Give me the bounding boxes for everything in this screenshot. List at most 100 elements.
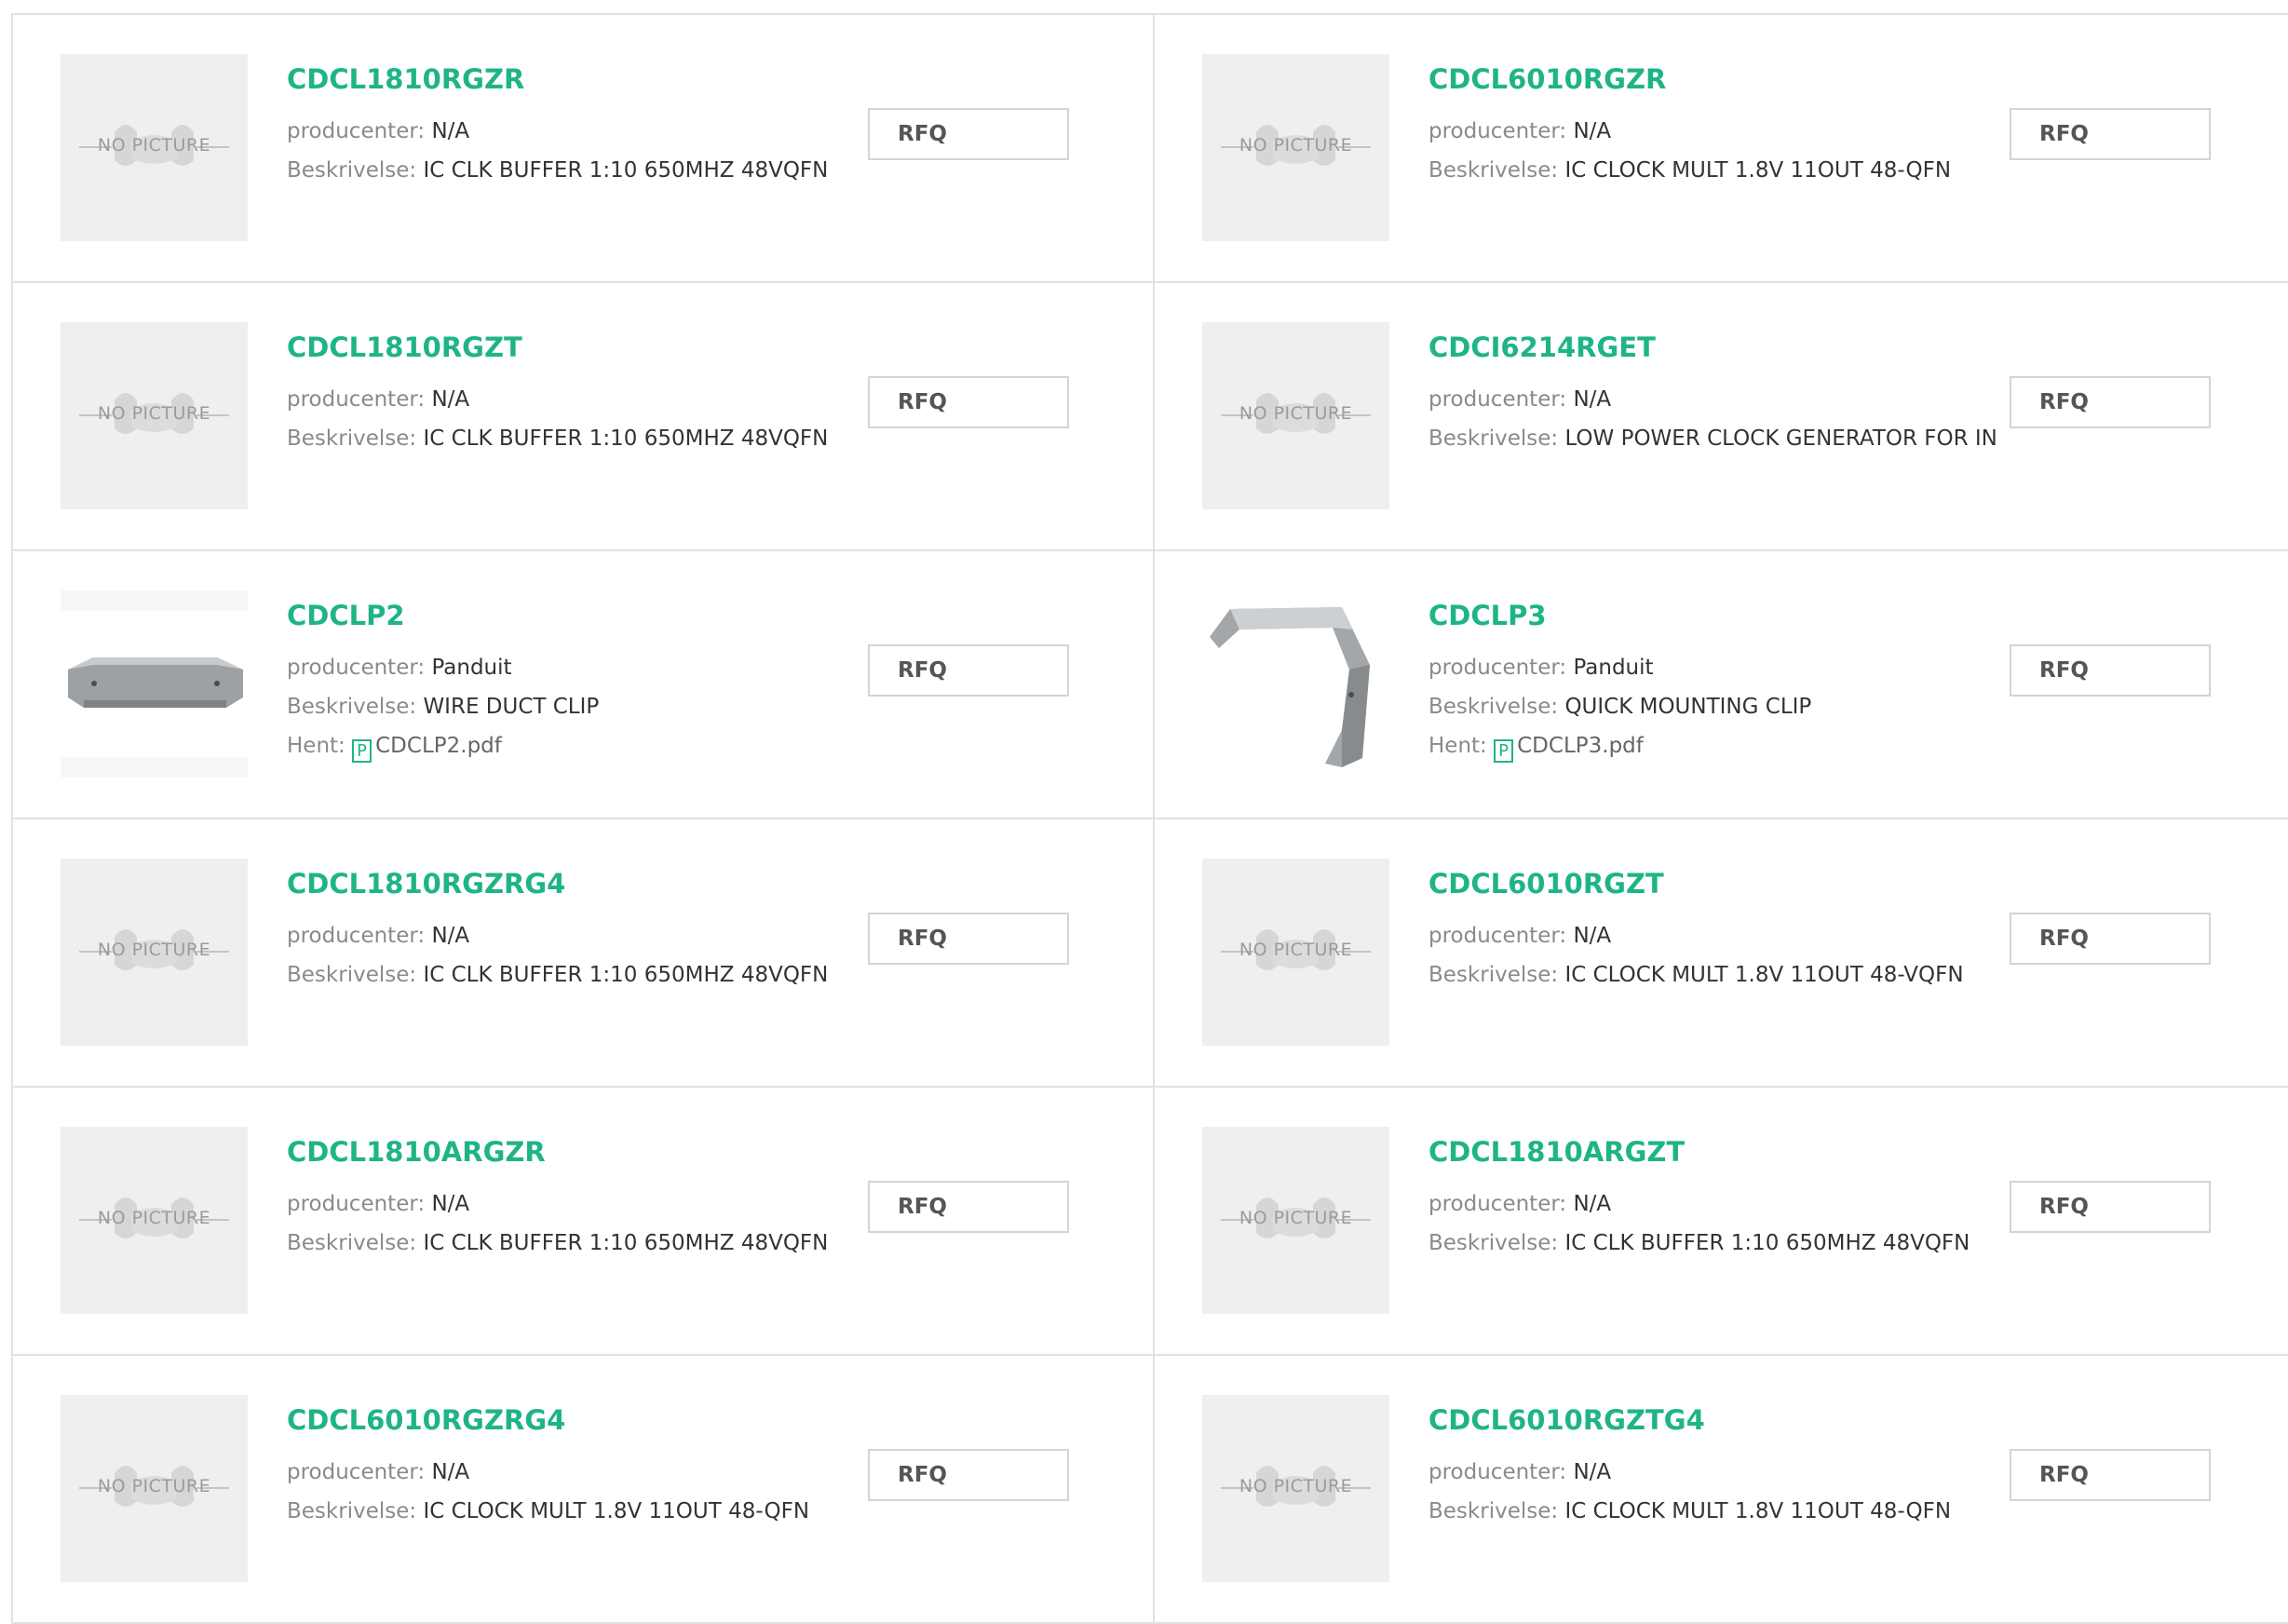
product-image-placeholder: NO PICTURE — [61, 322, 248, 509]
product-part-link[interactable]: CDCI6214RGET — [1428, 332, 1656, 363]
product-description: Beskrivelse: IC CLOCK MULT 1.8V 11OUT 48… — [1428, 963, 1964, 987]
producer-label: producenter: — [1428, 387, 1574, 412]
product-part-link[interactable]: CDCL6010RGZRG4 — [287, 1404, 565, 1436]
product-producer: producenter: N/A — [1428, 1460, 1611, 1484]
product-part-link[interactable]: CDCL6010RGZTG4 — [1428, 1404, 1705, 1436]
rfq-button[interactable]: RFQ — [2010, 1181, 2211, 1233]
no-picture-label: NO PICTURE — [97, 1476, 211, 1496]
description-value: IC CLOCK MULT 1.8V 11OUT 48-QFN — [423, 1499, 810, 1523]
pdf-icon: P — [1494, 739, 1514, 763]
description-value: IC CLOCK MULT 1.8V 11OUT 48-VQFN — [1564, 963, 1964, 987]
description-value: IC CLK BUFFER 1:10 650MHZ 48VQFN — [423, 158, 829, 183]
description-value: IC CLOCK MULT 1.8V 11OUT 48-QFN — [1564, 158, 1952, 183]
rfq-button[interactable]: RFQ — [2010, 1449, 2211, 1501]
product-description: Beskrivelse: QUICK MOUNTING CLIP — [1428, 695, 1811, 719]
product-producer: producenter: N/A — [287, 1460, 469, 1484]
product-card: NO PICTURE CDCL6010RGZR producenter: N/A… — [1155, 15, 2288, 281]
no-picture-label: NO PICTURE — [1239, 403, 1353, 424]
description-value: IC CLOCK MULT 1.8V 11OUT 48-QFN — [1564, 1499, 1952, 1523]
producer-label: producenter: — [287, 924, 432, 948]
product-producer: producenter: N/A — [287, 924, 469, 948]
description-label: Beskrivelse: — [1428, 695, 1565, 719]
product-part-link[interactable]: CDCL1810ARGZT — [1428, 1136, 1685, 1168]
product-card: NO PICTURE CDCL6010RGZTG4 producenter: N… — [1155, 1356, 2288, 1622]
product-part-link[interactable]: CDCL6010RGZR — [1428, 63, 1666, 95]
rfq-button[interactable]: RFQ — [2010, 376, 2211, 428]
producer-value: N/A — [431, 1192, 470, 1216]
product-producer: producenter: Panduit — [1428, 656, 1654, 680]
product-producer: producenter: N/A — [1428, 1192, 1611, 1216]
product-image[interactable] — [1202, 590, 1389, 778]
pdf-icon: P — [352, 739, 372, 763]
product-image-placeholder: NO PICTURE — [61, 859, 248, 1046]
product-image-placeholder: NO PICTURE — [1202, 322, 1389, 509]
product-image-placeholder: NO PICTURE — [61, 54, 248, 241]
producer-label: producenter: — [287, 119, 432, 143]
rfq-button[interactable]: RFQ — [868, 644, 1069, 697]
producer-value: Panduit — [1573, 656, 1654, 680]
producer-label: producenter: — [287, 1192, 432, 1216]
product-image-placeholder: NO PICTURE — [1202, 1127, 1389, 1314]
description-value: IC CLK BUFFER 1:10 650MHZ 48VQFN — [423, 963, 829, 987]
description-label: Beskrivelse: — [1428, 1231, 1565, 1255]
description-value: WIRE DUCT CLIP — [423, 695, 600, 719]
producer-label: producenter: — [1428, 924, 1574, 948]
product-card: NO PICTURE CDCI6214RGET producenter: N/A… — [1155, 283, 2288, 549]
description-label: Beskrivelse: — [287, 158, 424, 183]
product-part-link[interactable]: CDCL1810RGZT — [287, 332, 522, 363]
producer-label: producenter: — [1428, 119, 1574, 143]
product-producer: producenter: N/A — [1428, 387, 1611, 412]
producer-value: N/A — [1573, 119, 1612, 143]
product-image-placeholder: NO PICTURE — [1202, 859, 1389, 1046]
description-label: Beskrivelse: — [1428, 1499, 1565, 1523]
rfq-button[interactable]: RFQ — [2010, 644, 2211, 697]
product-card: NO PICTURE CDCL6010RGZRG4 producenter: N… — [13, 1356, 1155, 1622]
product-producer: producenter: Panduit — [287, 656, 512, 680]
rfq-button[interactable]: RFQ — [868, 1181, 1069, 1233]
producer-value: N/A — [431, 924, 470, 948]
description-label: Beskrivelse: — [287, 1499, 424, 1523]
description-value: IC CLK BUFFER 1:10 650MHZ 48VQFN — [1564, 1231, 1970, 1255]
rfq-button[interactable]: RFQ — [868, 108, 1069, 160]
producer-label: producenter: — [287, 656, 432, 680]
rfq-button[interactable]: RFQ — [2010, 913, 2211, 965]
datasheet-link[interactable]: P CDCLP3.pdf — [1494, 734, 1644, 763]
description-value: IC CLK BUFFER 1:10 650MHZ 48VQFN — [423, 1231, 829, 1255]
product-producer: producenter: N/A — [1428, 119, 1611, 143]
producer-value: N/A — [431, 1460, 470, 1484]
producer-label: producenter: — [1428, 1460, 1574, 1484]
no-picture-label: NO PICTURE — [97, 940, 211, 960]
producer-label: producenter: — [1428, 656, 1574, 680]
rfq-button[interactable]: RFQ — [2010, 108, 2211, 160]
product-producer: producenter: N/A — [1428, 924, 1611, 948]
product-producer: producenter: N/A — [287, 387, 469, 412]
product-part-link[interactable]: CDCL6010RGZT — [1428, 868, 1664, 900]
product-part-link[interactable]: CDCLP2 — [287, 600, 405, 631]
product-description: Beskrivelse: IC CLOCK MULT 1.8V 11OUT 48… — [1428, 158, 1951, 183]
description-value: QUICK MOUNTING CLIP — [1564, 695, 1812, 719]
product-part-link[interactable]: CDCL1810RGZRG4 — [287, 868, 565, 900]
download-label: Hent: — [287, 734, 353, 758]
product-description: Beskrivelse: IC CLK BUFFER 1:10 650MHZ 4… — [1428, 1231, 1970, 1255]
description-value: LOW POWER CLOCK GENERATOR FOR IN — [1564, 426, 1997, 451]
product-image-placeholder: NO PICTURE — [61, 1127, 248, 1314]
product-card: NO PICTURE CDCL1810RGZT producenter: N/A… — [13, 283, 1155, 549]
product-part-link[interactable]: CDCL1810RGZR — [287, 63, 524, 95]
product-producer: producenter: N/A — [287, 1192, 469, 1216]
datasheet-link[interactable]: P CDCLP2.pdf — [352, 734, 502, 763]
no-picture-label: NO PICTURE — [97, 135, 211, 156]
rfq-button[interactable]: RFQ — [868, 913, 1069, 965]
product-card: NO PICTURE CDCL1810RGZRG4 producenter: N… — [13, 819, 1155, 1086]
product-download: Hent: P CDCLP2.pdf — [287, 734, 502, 763]
product-description: Beskrivelse: IC CLOCK MULT 1.8V 11OUT 48… — [287, 1499, 809, 1523]
product-download: Hent: P CDCLP3.pdf — [1428, 734, 1644, 763]
product-image[interactable] — [61, 590, 248, 778]
description-label: Beskrivelse: — [287, 963, 424, 987]
product-row: NO PICTURE CDCL1810ARGZR producenter: N/… — [13, 1088, 2288, 1356]
rfq-button[interactable]: RFQ — [868, 376, 1069, 428]
product-description: Beskrivelse: IC CLK BUFFER 1:10 650MHZ 4… — [287, 158, 828, 183]
rfq-button[interactable]: RFQ — [868, 1449, 1069, 1501]
download-label: Hent: — [1428, 734, 1495, 758]
product-part-link[interactable]: CDCLP3 — [1428, 600, 1547, 631]
product-part-link[interactable]: CDCL1810ARGZR — [287, 1136, 546, 1168]
